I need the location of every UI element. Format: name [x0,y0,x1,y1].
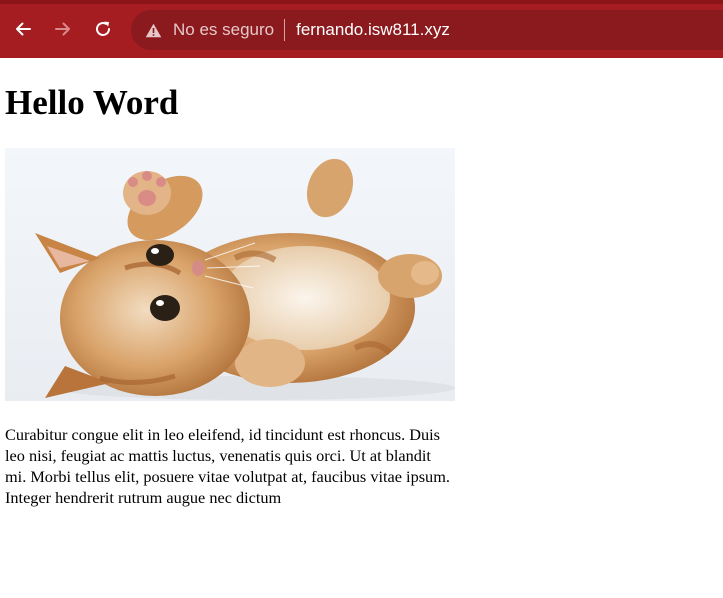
security-label[interactable]: No es seguro [173,20,274,40]
forward-button[interactable] [50,16,76,42]
address-bar[interactable]: No es seguro fernando.isw811.xyz [131,10,723,50]
omnibox-divider [284,19,286,41]
url-text[interactable]: fernando.isw811.xyz [296,20,450,40]
kitten-image [5,148,455,401]
page-title: Hello Word [5,83,179,122]
back-arrow-icon [13,19,33,39]
back-button[interactable] [10,16,36,42]
reload-icon [93,19,113,39]
browser-toolbar: No es seguro fernando.isw811.xyz [0,0,723,58]
reload-button[interactable] [90,16,116,42]
warning-triangle-icon[interactable] [145,21,163,39]
forward-arrow-icon [53,19,73,39]
body-paragraph: Curabitur congue elit in leo eleifend, i… [5,425,450,507]
